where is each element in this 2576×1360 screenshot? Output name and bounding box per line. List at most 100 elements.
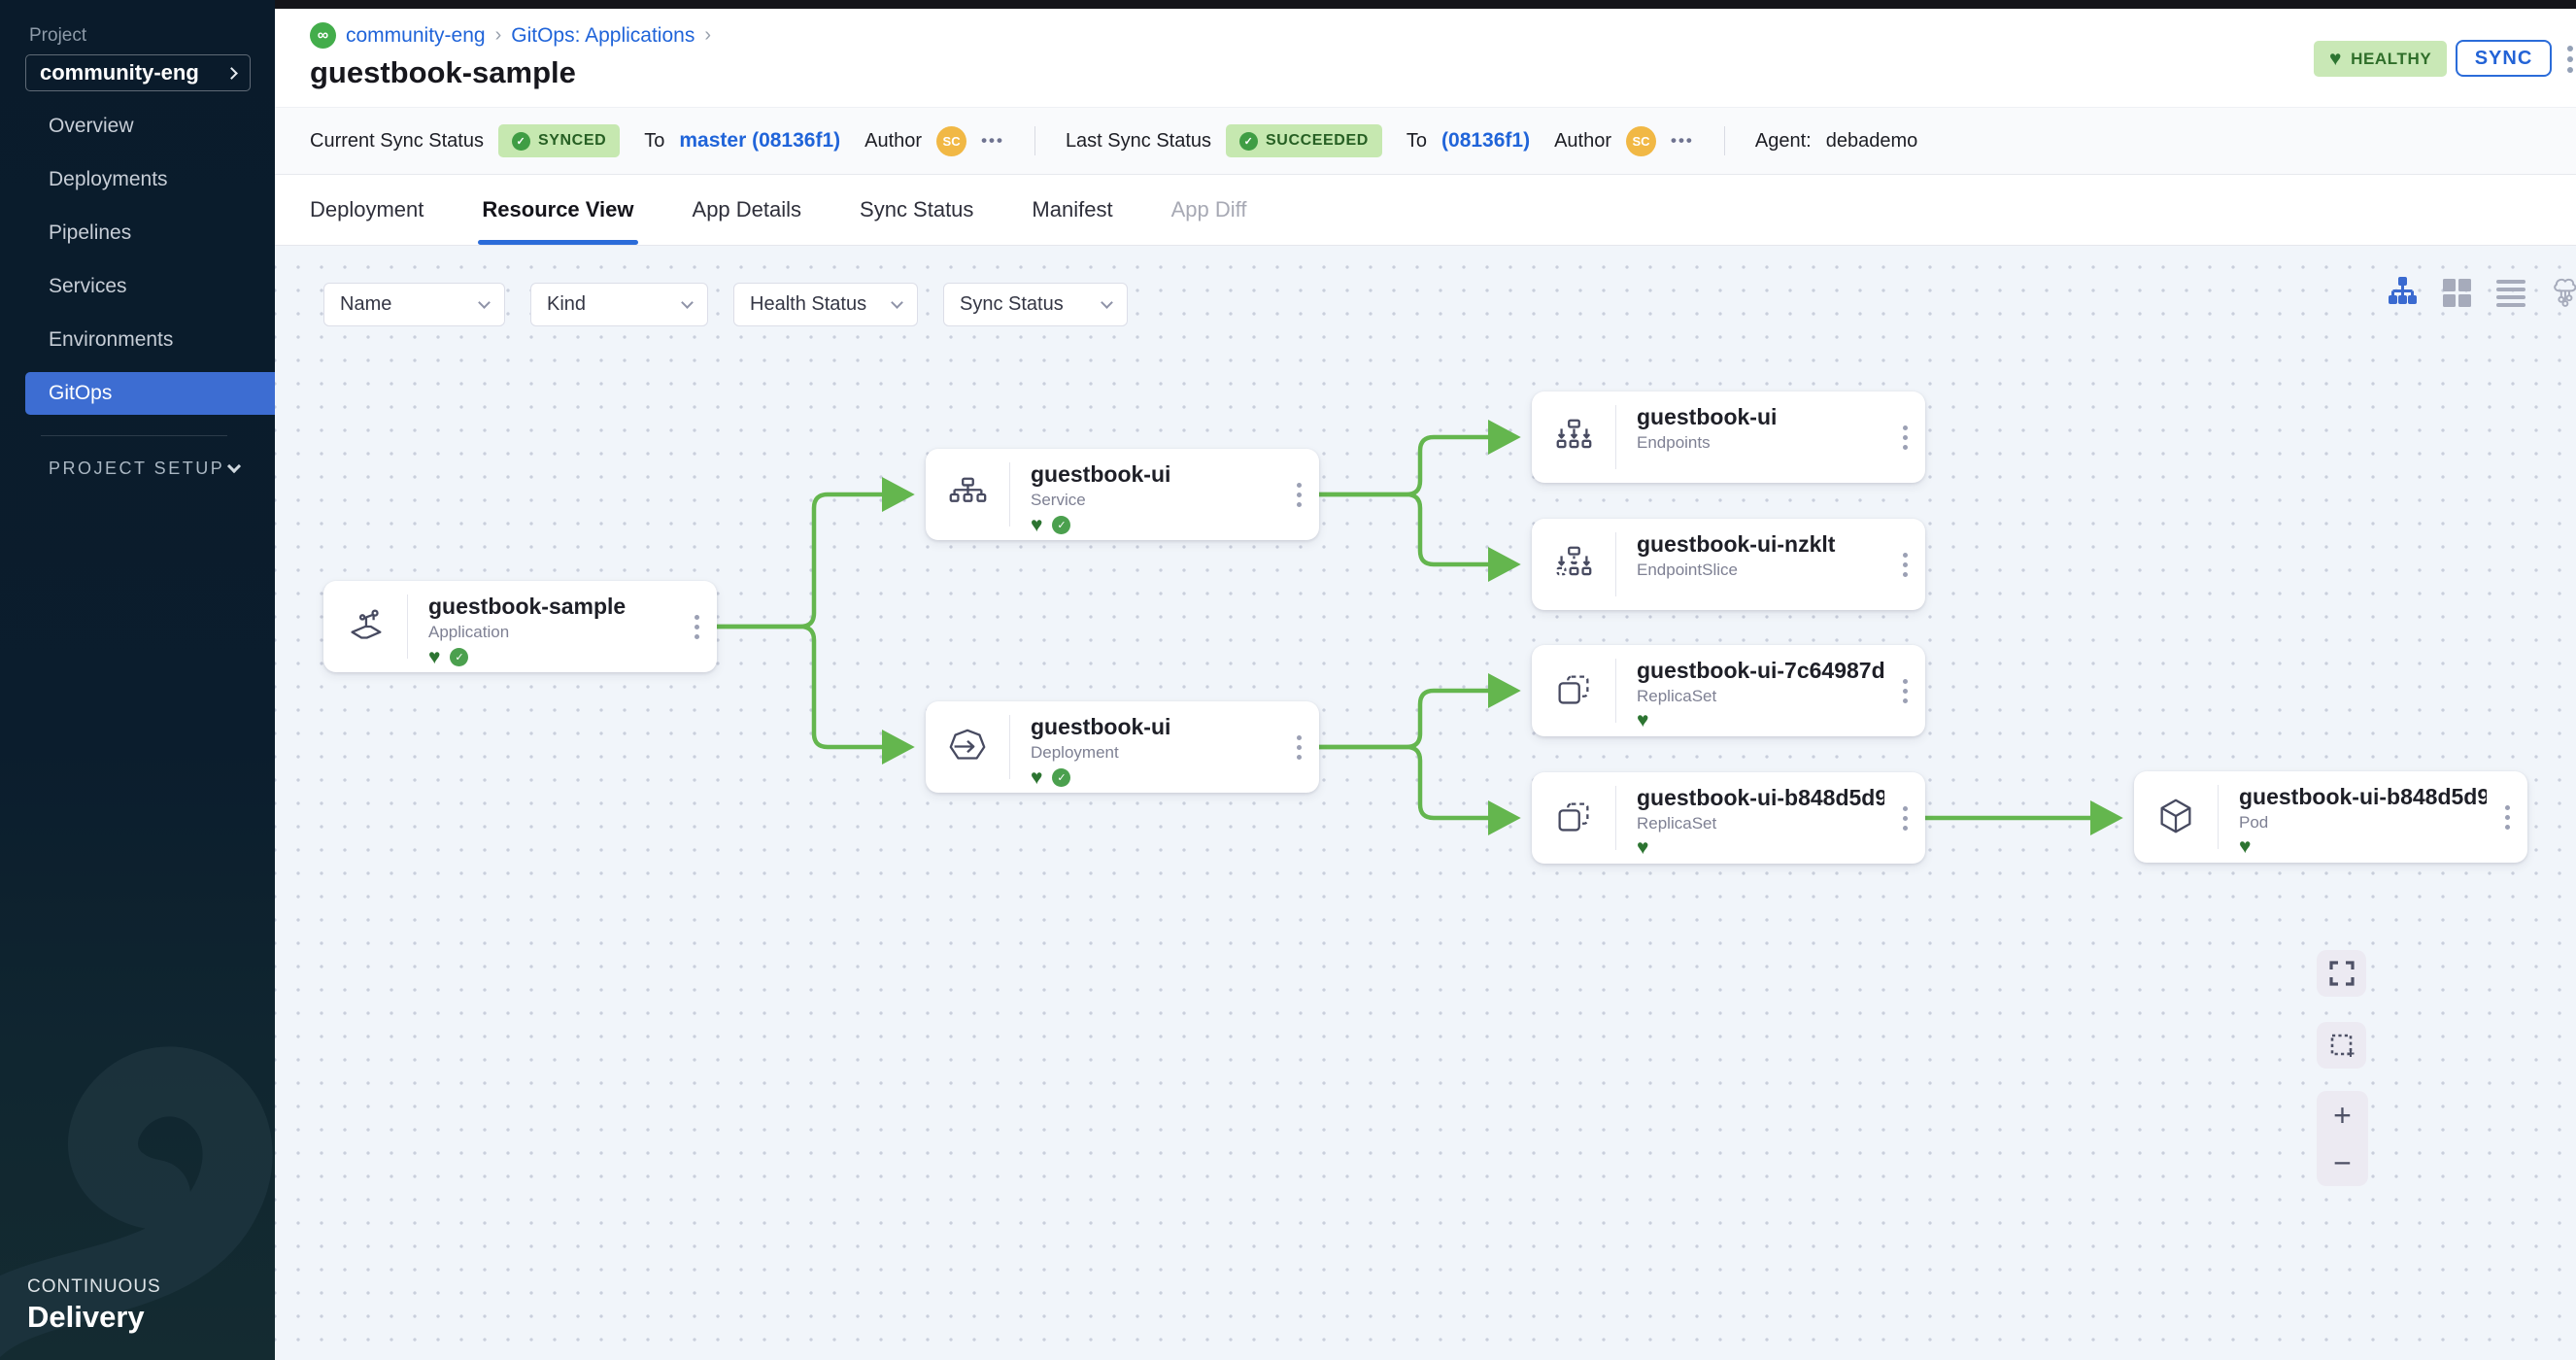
node-deployment-guestbook-ui[interactable]: guestbook-ui Deployment ♥ ✓ [926, 701, 1319, 793]
healthy-heart-icon: ♥ [1031, 517, 1042, 534]
node-status-row: ♥ [1637, 839, 1884, 857]
zoom-in-button[interactable]: + [2333, 1101, 2352, 1130]
node-replicaset-guestbook-ui-b848d5d9d[interactable]: guestbook-ui-b848d5d9d ReplicaSet ♥ [1532, 772, 1925, 864]
sidebar-item-label: Services [49, 275, 127, 298]
breadcrumb-separator: › [495, 24, 502, 47]
deployment-icon [926, 701, 1009, 793]
page-header: ∞ community-eng › GitOps: Applications ›… [275, 9, 2576, 107]
module-line1: CONTINUOUS [27, 1276, 161, 1298]
sidebar-item-gitops[interactable]: GitOps [25, 372, 275, 415]
sync-button[interactable]: SYNC [2456, 40, 2552, 77]
author-label: Author [1554, 130, 1611, 153]
sidebar-item-pipelines[interactable]: Pipelines [25, 212, 275, 255]
node-title: guestbook-ui-b848d5d9... [2239, 784, 2487, 810]
sidebar-item-overview[interactable]: Overview [25, 105, 275, 148]
breadcrumb-project-link[interactable]: community-eng [346, 24, 486, 48]
service-icon [926, 449, 1009, 540]
tab-app-diff[interactable]: App Diff [1171, 175, 1247, 245]
healthy-heart-icon: ♥ [1031, 769, 1042, 787]
node-endpoints-guestbook-ui[interactable]: guestbook-ui Endpoints [1532, 391, 1925, 483]
sidebar-item-label: Overview [49, 115, 134, 138]
node-service-guestbook-ui[interactable]: guestbook-ui Service ♥ ✓ [926, 449, 1319, 540]
node-overflow-menu[interactable] [1884, 772, 1925, 864]
node-kind: Endpoints [1637, 433, 1884, 453]
node-pod-guestbook-ui-b848d5d9[interactable]: guestbook-ui-b848d5d9... Pod ♥ [2134, 771, 2527, 863]
breadcrumb: ∞ community-eng › GitOps: Applications › [310, 22, 711, 49]
node-overflow-menu[interactable] [1884, 519, 1925, 610]
chevron-right-icon [225, 67, 238, 80]
node-body: guestbook-ui-b848d5d9... Pod ♥ [2219, 771, 2487, 863]
node-application-guestbook-sample[interactable]: guestbook-sample Application ♥ ✓ [323, 581, 717, 672]
node-body: guestbook-ui-nzklt EndpointSlice [1616, 519, 1884, 610]
replicaset-icon [1532, 772, 1615, 864]
node-overflow-menu[interactable] [1884, 645, 1925, 736]
node-body: guestbook-ui Deployment ♥ ✓ [1010, 701, 1278, 793]
last-sync-label: Last Sync Status [1066, 130, 1211, 153]
sidebar-item-deployments[interactable]: Deployments [25, 158, 275, 201]
sidebar: Project community-eng Overview Deploymen… [0, 0, 275, 1360]
tab-label: App Diff [1171, 197, 1247, 222]
tab-deployment[interactable]: Deployment [310, 175, 424, 245]
current-sync-label: Current Sync Status [310, 130, 484, 153]
project-label: Project [29, 25, 86, 47]
tab-app-details[interactable]: App Details [693, 175, 802, 245]
to-label: To [644, 130, 664, 153]
current-sync-target-link[interactable]: master (08136f1) [679, 129, 840, 153]
selection-box-button[interactable] [2317, 1022, 2366, 1069]
node-overflow-menu[interactable] [676, 581, 717, 672]
status-divider [1724, 126, 1725, 155]
app-tabs: Deployment Resource View App Details Syn… [275, 175, 2576, 246]
node-overflow-menu[interactable] [2487, 771, 2527, 863]
project-setup-toggle[interactable]: PROJECT SETUP [49, 459, 239, 479]
node-status-row: ♥ ✓ [428, 648, 676, 666]
node-overflow-menu[interactable] [1278, 701, 1319, 793]
succeeded-badge: ✓ SUCCEEDED [1226, 124, 1382, 157]
header-overflow-menu[interactable] [2567, 46, 2573, 73]
node-title: guestbook-ui-7c64987dc9 [1637, 658, 1884, 684]
tab-manifest[interactable]: Manifest [1032, 175, 1112, 245]
node-replicaset-guestbook-ui-7c64987dc9[interactable]: guestbook-ui-7c64987dc9 ReplicaSet ♥ [1532, 645, 1925, 736]
project-setup-label: PROJECT SETUP [49, 459, 224, 479]
breadcrumb-applications-link[interactable]: GitOps: Applications [511, 24, 695, 48]
sidebar-item-environments[interactable]: Environments [25, 319, 275, 361]
tab-label: Deployment [310, 197, 424, 222]
sidebar-nav: Overview Deployments Pipelines Services … [0, 105, 275, 425]
sync-status-bar: Current Sync Status ✓ SYNCED To master (… [275, 107, 2576, 175]
node-title: guestbook-ui [1031, 714, 1278, 740]
node-title: guestbook-sample [428, 594, 676, 620]
node-body: guestbook-ui Service ♥ ✓ [1010, 449, 1278, 540]
replicaset-icon [1532, 645, 1615, 736]
tab-label: Sync Status [860, 197, 973, 222]
node-status-row: ♥ ✓ [1031, 516, 1278, 534]
node-overflow-menu[interactable] [1278, 449, 1319, 540]
node-endpointslice-guestbook-ui-nzklt[interactable]: guestbook-ui-nzklt EndpointSlice [1532, 519, 1925, 610]
tab-sync-status[interactable]: Sync Status [860, 175, 973, 245]
node-overflow-menu[interactable] [1884, 391, 1925, 483]
node-title: guestbook-ui-nzklt [1637, 531, 1884, 558]
node-kind: Pod [2239, 813, 2487, 833]
author-avatar[interactable]: SC [1626, 126, 1656, 156]
synced-check-icon: ✓ [1052, 768, 1070, 787]
pod-icon [2134, 771, 2218, 863]
module-branding: CONTINUOUS Delivery [27, 1276, 161, 1335]
synced-check-icon: ✓ [1052, 516, 1070, 534]
node-title: guestbook-ui [1637, 404, 1884, 430]
project-selector[interactable]: community-eng [25, 54, 251, 91]
sidebar-item-services[interactable]: Services [25, 265, 275, 308]
node-title: guestbook-ui [1031, 461, 1278, 488]
author-overflow-menu[interactable]: ••• [1671, 131, 1694, 151]
project-selector-value: community-eng [40, 60, 199, 85]
tab-label: Manifest [1032, 197, 1112, 222]
author-avatar[interactable]: SC [936, 126, 966, 156]
healthy-heart-icon: ♥ [428, 649, 440, 666]
node-status-row: ♥ [2239, 838, 2487, 856]
zoom-out-button[interactable]: − [2333, 1148, 2352, 1177]
tab-resource-view[interactable]: Resource View [482, 175, 633, 245]
fullscreen-button[interactable] [2317, 950, 2366, 997]
author-overflow-menu[interactable]: ••• [981, 131, 1004, 151]
node-status-row: ♥ ✓ [1031, 768, 1278, 787]
resource-tree-canvas[interactable]: Name Kind Health Status Sync Status [275, 246, 2576, 1360]
last-sync-target-link[interactable]: (08136f1) [1441, 129, 1530, 153]
node-kind: ReplicaSet [1637, 814, 1884, 833]
node-status-row: ♥ [1637, 712, 1884, 730]
